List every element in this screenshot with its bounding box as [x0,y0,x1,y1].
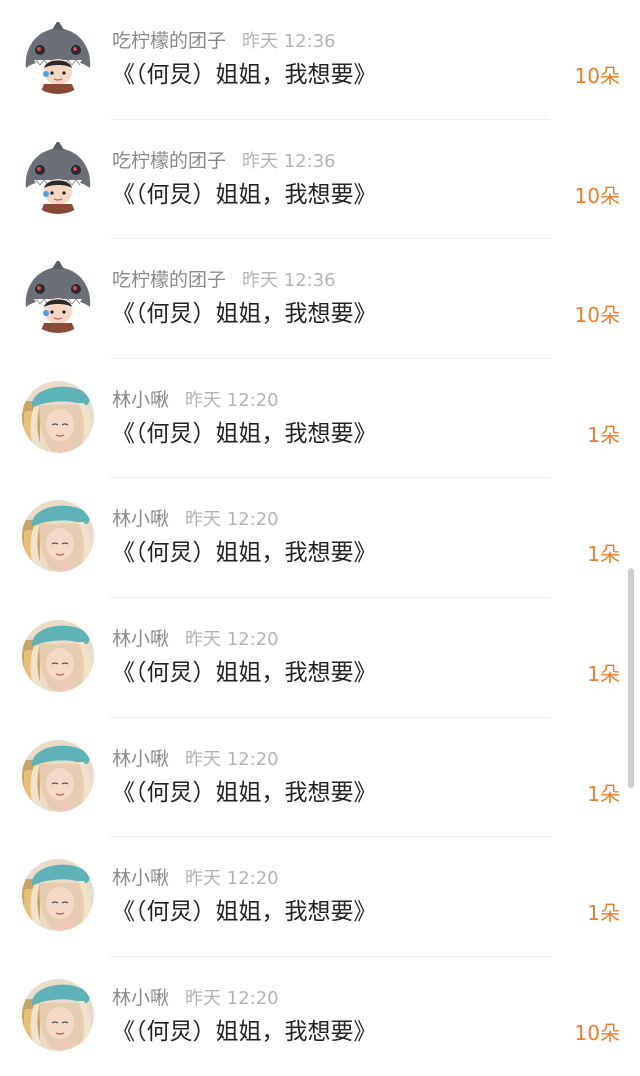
list-item[interactable]: 林小啾 昨天 12:20 《（何炅）姐姐，我想要》 1朵 [0,598,640,718]
girl-teal-hat-avatar[interactable] [22,739,94,812]
message-text: 《（何炅）姐姐，我想要》 [112,1018,377,1045]
item-meta: 林小啾 昨天 12:20 [112,385,279,415]
item-meta: 林小啾 昨天 12:20 [112,624,279,654]
list-item[interactable]: 林小啾 昨天 12:20 《（何炅）姐姐，我想要》 10朵 [0,957,640,1076]
item-meta: 林小啾 昨天 12:20 [112,983,279,1013]
timestamp: 昨天 12:36 [242,270,336,292]
message-text: 《（何炅）姐姐，我想要》 [112,420,377,447]
list-item[interactable]: 吃柠檬的团子 昨天 12:36 《（何炅）姐姐，我想要》 10朵 [0,120,640,240]
item-meta: 吃柠檬的团子 昨天 12:36 [112,26,336,56]
user-name[interactable]: 吃柠檬的团子 [112,269,226,291]
message-text: 《（何炅）姐姐，我想要》 [112,181,377,208]
message-text: 《（何炅）姐姐，我想要》 [112,899,377,926]
user-name[interactable]: 林小啾 [112,748,169,770]
list-item[interactable]: 吃柠檬的团子 昨天 12:36 《（何炅）姐姐，我想要》 10朵 [0,0,640,120]
item-meta: 吃柠檬的团子 昨天 12:36 [112,265,336,295]
shark-hoodie-avatar[interactable] [22,141,94,214]
flower-count: 10朵 [574,183,620,208]
list-item[interactable]: 林小啾 昨天 12:20 《（何炅）姐姐，我想要》 1朵 [0,718,640,838]
girl-teal-hat-avatar[interactable] [22,500,94,573]
flower-count: 1朵 [587,661,620,686]
flower-count: 1朵 [587,422,620,447]
girl-teal-hat-avatar[interactable] [22,619,94,692]
timestamp: 昨天 12:20 [185,509,279,531]
girl-teal-hat-avatar[interactable] [22,859,94,932]
flower-count: 10朵 [574,64,620,88]
flower-count: 10朵 [574,303,620,328]
user-name[interactable]: 林小啾 [112,389,169,411]
user-name[interactable]: 吃柠檬的团子 [112,150,226,172]
timestamp: 昨天 12:20 [185,389,279,411]
timestamp: 昨天 12:20 [185,748,279,770]
item-meta: 林小啾 昨天 12:20 [112,504,279,534]
timestamp: 昨天 12:20 [185,868,279,890]
flower-count: 1朵 [587,901,620,926]
user-name[interactable]: 林小啾 [112,867,169,889]
scrollbar[interactable] [628,568,634,788]
timestamp: 昨天 12:20 [185,628,279,650]
item-meta: 吃柠檬的团子 昨天 12:36 [112,146,336,176]
girl-teal-hat-avatar[interactable] [22,978,94,1051]
message-text: 《（何炅）姐姐，我想要》 [112,779,377,806]
shark-hoodie-avatar[interactable] [22,22,94,94]
list-item[interactable]: 吃柠檬的团子 昨天 12:36 《（何炅）姐姐，我想要》 10朵 [0,239,640,359]
message-list: 吃柠檬的团子 昨天 12:36 《（何炅）姐姐，我想要》 10朵 吃柠檬的团子 昨天… [0,0,640,1076]
list-item[interactable]: 林小啾 昨天 12:20 《（何炅）姐姐，我想要》 1朵 [0,359,640,479]
message-text: 《（何炅）姐姐，我想要》 [112,301,377,328]
message-text: 《（何炅）姐姐，我想要》 [112,540,377,567]
timestamp: 昨天 12:36 [242,150,336,172]
user-name[interactable]: 林小啾 [112,628,169,650]
user-name[interactable]: 林小啾 [112,508,169,530]
message-text: 《（何炅）姐姐，我想要》 [112,659,377,686]
message-text: 《（何炅）姐姐，我想要》 [112,62,377,88]
user-name[interactable]: 吃柠檬的团子 [112,30,226,52]
flower-count: 10朵 [574,1020,620,1045]
list-item[interactable]: 林小啾 昨天 12:20 《（何炅）姐姐，我想要》 1朵 [0,837,640,957]
item-meta: 林小啾 昨天 12:20 [112,863,279,893]
timestamp: 昨天 12:20 [185,987,279,1009]
list-item[interactable]: 林小啾 昨天 12:20 《（何炅）姐姐，我想要》 1朵 [0,478,640,598]
flower-count: 1朵 [587,781,620,806]
user-name[interactable]: 林小啾 [112,987,169,1009]
timestamp: 昨天 12:36 [242,31,336,52]
item-meta: 林小啾 昨天 12:20 [112,744,279,774]
shark-hoodie-avatar[interactable] [22,261,94,334]
flower-count: 1朵 [587,542,620,567]
girl-teal-hat-avatar[interactable] [22,380,94,453]
